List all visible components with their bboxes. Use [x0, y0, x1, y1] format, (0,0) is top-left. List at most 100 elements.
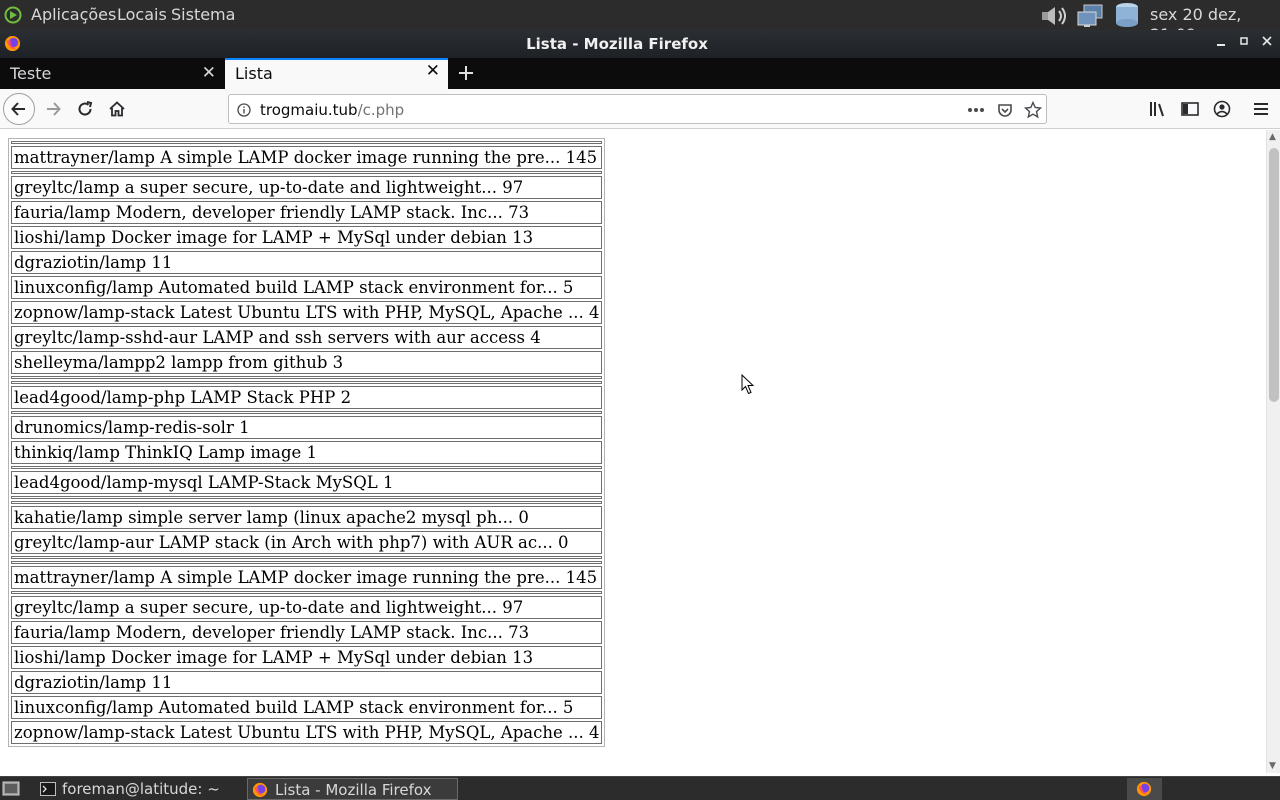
- taskbar-terminal-label: foreman@latitude: ~: [62, 780, 220, 798]
- site-info-icon[interactable]: [235, 101, 253, 119]
- storage-icon[interactable]: [1112, 2, 1142, 28]
- table-cell: dgraziotin/lamp 11: [11, 251, 603, 274]
- network-icon[interactable]: [1076, 4, 1106, 28]
- distro-logo-icon[interactable]: [4, 6, 22, 24]
- close-window-button[interactable]: [1258, 34, 1276, 52]
- bookmark-star-icon[interactable]: [1024, 101, 1042, 119]
- empty-table-row: [11, 591, 603, 594]
- forward-button[interactable]: [37, 93, 69, 125]
- empty-table-row: [11, 376, 603, 379]
- empty-table-row: [11, 501, 603, 504]
- table-cell: [11, 501, 603, 504]
- firefox-icon: [1136, 781, 1152, 797]
- table-cell: zopnow/lamp-stack Latest Ubuntu LTS with…: [11, 721, 603, 744]
- empty-table-row: [11, 411, 603, 414]
- table-cell: greyltc/lamp a super secure, up-to-date …: [11, 596, 603, 619]
- tab-lista[interactable]: Lista ✕: [225, 58, 448, 89]
- table-cell: greyltc/lamp-aur LAMP stack (in Arch wit…: [11, 531, 603, 554]
- table-cell: [11, 561, 603, 564]
- table-row: lioshi/lamp Docker image for LAMP + MySq…: [11, 646, 603, 669]
- table-cell: [11, 141, 603, 144]
- tab-label: Teste: [10, 64, 52, 83]
- page-actions-icon[interactable]: [967, 101, 985, 119]
- table-row: greyltc/lamp-aur LAMP stack (in Arch wit…: [11, 531, 603, 554]
- empty-table-row: [11, 496, 603, 499]
- sidebar-icon: [1181, 102, 1199, 116]
- minimize-button[interactable]: [1212, 34, 1230, 52]
- maximize-button[interactable]: [1235, 34, 1253, 52]
- mouse-cursor-icon: [741, 374, 755, 395]
- table-row: zopnow/lamp-stack Latest Ubuntu LTS with…: [11, 301, 603, 324]
- taskbar-firefox[interactable]: Lista - Mozilla Firefox: [247, 778, 458, 800]
- library-button[interactable]: [1149, 100, 1167, 118]
- table-cell: [11, 376, 603, 379]
- firefox-icon: [252, 782, 268, 798]
- scroll-down-arrow-icon[interactable]: ▼: [1269, 761, 1276, 771]
- table-cell: greyltc/lamp a super secure, up-to-date …: [11, 176, 603, 199]
- table-cell: linuxconfig/lamp Automated build LAMP st…: [11, 276, 603, 299]
- table-cell: [11, 411, 603, 414]
- table-cell: [11, 556, 603, 559]
- taskbar-firefox-label: Lista - Mozilla Firefox: [275, 781, 432, 799]
- back-button[interactable]: [3, 93, 35, 125]
- empty-table-row: [11, 561, 603, 564]
- table-cell: dgraziotin/lamp 11: [11, 671, 603, 694]
- empty-table-row: [11, 556, 603, 559]
- table-cell: lioshi/lamp Docker image for LAMP + MySq…: [11, 226, 603, 249]
- system-tray: [1036, 2, 1144, 28]
- main-menu-button[interactable]: [1252, 100, 1270, 118]
- taskbar-terminal[interactable]: foreman@latitude: ~: [38, 778, 243, 800]
- new-tab-button[interactable]: [455, 58, 477, 89]
- menu-aplicacoes[interactable]: Aplicações: [31, 5, 116, 25]
- close-tab-icon[interactable]: ✕: [202, 58, 216, 89]
- table-row: dgraziotin/lamp 11: [11, 251, 603, 274]
- table-cell: mattrayner/lamp A simple LAMP docker ima…: [11, 566, 603, 589]
- table-cell: lead4good/lamp-php LAMP Stack PHP 2: [11, 386, 603, 409]
- table-row: linuxconfig/lamp Automated build LAMP st…: [11, 696, 603, 719]
- tab-teste[interactable]: Teste ✕: [0, 58, 224, 89]
- terminal-icon: [40, 782, 56, 796]
- table-row: lioshi/lamp Docker image for LAMP + MySq…: [11, 226, 603, 249]
- table-cell: mattrayner/lamp A simple LAMP docker ima…: [11, 146, 603, 169]
- reload-button[interactable]: [69, 93, 101, 125]
- menu-sistema[interactable]: Sistema: [171, 5, 235, 25]
- empty-table-row: [11, 381, 603, 384]
- url-path: /c.php: [357, 101, 405, 119]
- close-tab-icon[interactable]: ✕: [426, 58, 440, 85]
- window-titlebar[interactable]: Lista - Mozilla Firefox: [0, 30, 1280, 58]
- table-cell: lead4good/lamp-mysql LAMP-Stack MySQL 1: [11, 471, 603, 494]
- table-row: shelleyma/lampp2 lampp from github 3: [11, 351, 603, 374]
- table-row: dgraziotin/lamp 11: [11, 671, 603, 694]
- table-cell: [11, 171, 603, 174]
- tab-label: Lista: [235, 64, 273, 83]
- tab-strip: Teste ✕ Lista ✕: [0, 58, 1280, 89]
- sidebar-button[interactable]: [1181, 100, 1199, 118]
- url-text[interactable]: trogmaiu.tub/c.php: [260, 101, 404, 119]
- table-cell: shelleyma/lampp2 lampp from github 3: [11, 351, 603, 374]
- url-bar[interactable]: trogmaiu.tub/c.php: [228, 94, 1047, 124]
- page-content[interactable]: mattrayner/lamp A simple LAMP docker ima…: [0, 130, 1266, 773]
- volume-icon[interactable]: [1040, 4, 1072, 28]
- empty-table-row: [11, 466, 603, 469]
- close-icon: [1262, 36, 1272, 46]
- empty-table-row: [11, 171, 603, 174]
- home-button[interactable]: [101, 93, 133, 125]
- table-row: greyltc/lamp a super secure, up-to-date …: [11, 596, 603, 619]
- pocket-icon[interactable]: [996, 101, 1014, 119]
- url-host: trogmaiu.tub: [260, 101, 358, 119]
- vertical-scrollbar[interactable]: ▲ ▼: [1266, 130, 1280, 773]
- table-cell: thinkiq/lamp ThinkIQ Lamp image 1: [11, 441, 603, 464]
- table-cell: fauria/lamp Modern, developer friendly L…: [11, 621, 603, 644]
- workspace-switcher[interactable]: [1127, 778, 1162, 800]
- scroll-up-arrow-icon[interactable]: ▲: [1269, 132, 1276, 142]
- table-row: mattrayner/lamp A simple LAMP docker ima…: [11, 146, 603, 169]
- scrollbar-thumb[interactable]: [1269, 148, 1279, 402]
- table-cell: drunomics/lamp-redis-solr 1: [11, 416, 603, 439]
- table-cell: kahatie/lamp simple server lamp (linux a…: [11, 506, 603, 529]
- maximize-icon: [1240, 37, 1248, 45]
- top-panel: Aplicações Locais Sistema sex 20 dez, 21…: [0, 0, 1280, 44]
- menu-locais[interactable]: Locais: [117, 5, 167, 25]
- account-button[interactable]: [1213, 100, 1231, 118]
- table-cell: [11, 381, 603, 384]
- show-desktop-icon[interactable]: [2, 780, 20, 797]
